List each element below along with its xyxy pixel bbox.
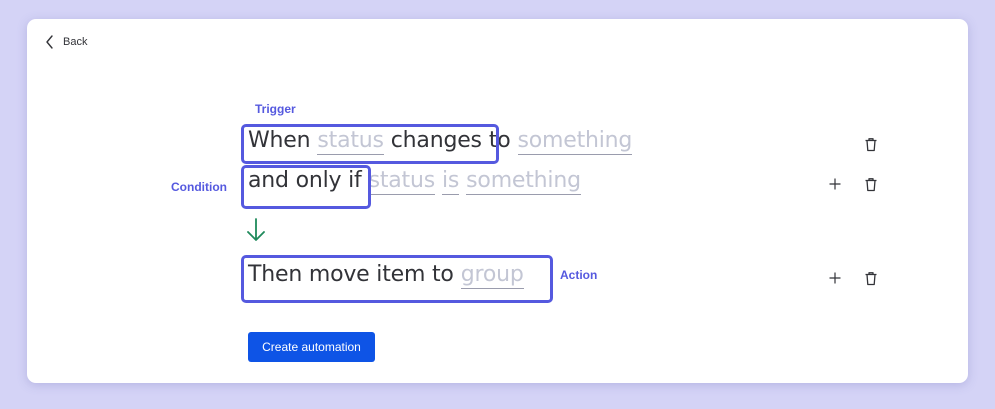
trash-icon[interactable]: [863, 136, 879, 152]
action-highlight-box: [241, 255, 553, 303]
create-automation-button[interactable]: Create automation: [248, 332, 375, 362]
condition-annotation: Condition: [171, 180, 227, 194]
condition-operator-placeholder[interactable]: is: [441, 168, 459, 195]
chevron-left-icon: [45, 35, 55, 49]
condition-value-placeholder[interactable]: something: [466, 168, 581, 195]
trigger-annotation: Trigger: [255, 102, 296, 116]
trigger-highlight-box: [241, 124, 499, 164]
trash-icon[interactable]: [863, 270, 879, 286]
condition-field-placeholder[interactable]: status: [368, 168, 435, 195]
add-action-icon[interactable]: [827, 270, 843, 286]
back-button[interactable]: Back: [45, 33, 87, 51]
trash-icon[interactable]: [863, 176, 879, 192]
condition-highlight-box: [241, 165, 371, 209]
back-label: Back: [63, 36, 88, 48]
trigger-value-placeholder[interactable]: something: [517, 128, 632, 155]
arrow-down-icon: [246, 217, 266, 248]
action-annotation: Action: [560, 268, 598, 282]
automation-card: [27, 19, 968, 383]
add-condition-icon[interactable]: [827, 176, 843, 192]
